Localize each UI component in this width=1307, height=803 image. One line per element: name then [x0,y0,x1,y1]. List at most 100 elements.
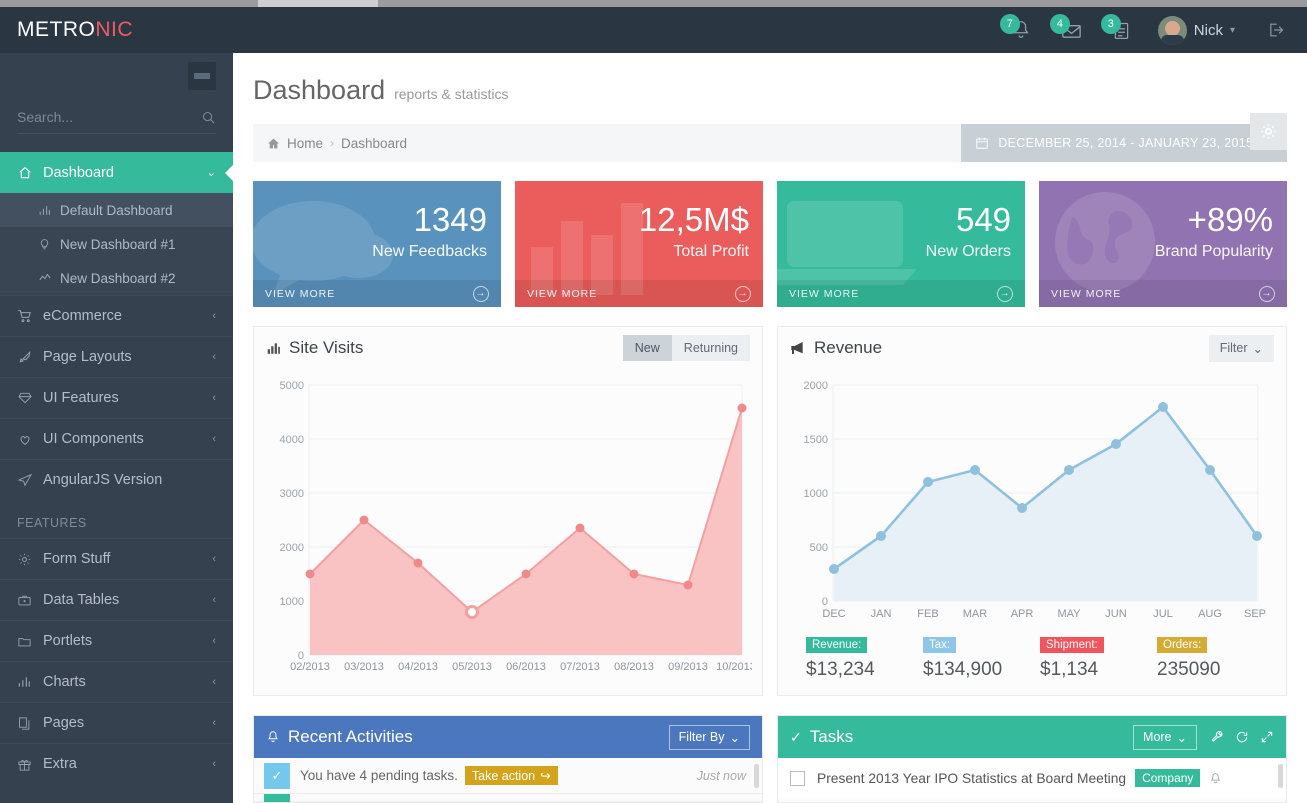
sidebar-subitem-label: New Dashboard #1 [60,237,176,252]
tile-view-more-label: VIEW MORE [789,288,859,300]
sidebar-item-portlets[interactable]: Portlets ‹ [0,620,233,661]
main-content: Dashboard reports & statistics Home › Da… [233,53,1307,803]
svg-text:3000: 3000 [280,488,304,500]
chevron-down-icon: ▾ [1230,25,1235,36]
svg-text:SEP: SEP [1244,608,1266,620]
tile-view-more[interactable]: VIEW MORE → [777,280,1025,307]
list-item[interactable]: Present 2013 Year IPO Statistics at Boar… [778,758,1286,798]
pages-icon [17,716,43,731]
sidebar-item-charts[interactable]: Charts ‹ [0,661,233,702]
sidebar: Dashboard ⌄ Default Dashboard New Dashbo… [0,53,233,803]
sidebar-subitem-new-dashboard-1[interactable]: New Dashboard #1 [0,227,233,261]
sidebar-toggle-button[interactable] [188,62,216,90]
page-settings-button[interactable] [1250,113,1287,150]
chevron-left-icon: ‹ [212,717,216,729]
tile-view-more[interactable]: VIEW MORE → [253,280,501,307]
browser-tab[interactable] [258,0,378,7]
tile-view-more-label: VIEW MORE [1051,288,1121,300]
revenue-chart[interactable]: 200015001000 5000 DEC [778,369,1286,627]
chevron-left-icon: ‹ [212,676,216,688]
sidebar-item-data-tables[interactable]: Data Tables ‹ [0,579,233,620]
breadcrumb-home-link[interactable]: Home [287,136,323,151]
portlet-site-visits: Site Visits New Returning [253,326,763,696]
diamond-icon [17,390,43,406]
svg-text:02/2013: 02/2013 [290,661,330,673]
sidebar-subitem-label: Default Dashboard [60,203,173,218]
recent-activities-list: ✓ You have 4 pending tasks. Take action … [254,758,762,802]
sidebar-item-dashboard[interactable]: Dashboard ⌄ [0,152,233,193]
sidebar-subnav: Default Dashboard New Dashboard #1 New D… [0,193,233,295]
sidebar-subitem-default-dashboard[interactable]: Default Dashboard [0,193,233,227]
tile-total-profit[interactable]: 12,5M$ Total Profit VIEW MORE → [515,181,763,307]
refresh-icon[interactable] [1235,730,1249,744]
search-icon[interactable] [201,110,216,125]
stat-label: Shipment: [1040,637,1104,653]
scrollbar-thumb[interactable] [754,764,759,788]
svg-text:07/2013: 07/2013 [560,661,600,673]
sidebar-item-angularjs-version[interactable]: AngularJS Version [0,459,233,500]
sidebar-item-pages[interactable]: Pages ‹ [0,702,233,743]
scrollbar-thumb[interactable] [1278,764,1283,788]
take-action-button[interactable]: Take action ↪ [465,766,558,785]
arrow-right-icon: → [997,286,1013,302]
stat-value: $1,134 [1040,659,1157,681]
chevron-left-icon: ‹ [212,392,216,404]
tile-view-more[interactable]: VIEW MORE → [515,280,763,307]
tile-brand-popularity[interactable]: +89% Brand Popularity VIEW MORE → [1039,181,1287,307]
svg-text:JUL: JUL [1153,608,1173,620]
app-logo[interactable]: METRONIC [0,18,233,42]
user-name: Nick [1194,22,1223,39]
sidebar-item-ui-features[interactable]: UI Features ‹ [0,377,233,418]
list-item[interactable] [254,794,762,802]
sidebar-search[interactable] [17,109,216,134]
task-checkbox[interactable] [790,771,805,786]
tile-view-more-label: VIEW MORE [527,288,597,300]
svg-text:08/2013: 08/2013 [614,661,654,673]
expand-icon[interactable] [1260,730,1274,744]
bulb-icon [38,238,60,251]
svg-text:1500: 1500 [804,434,828,446]
bell-icon[interactable] [1209,772,1222,785]
date-range-picker[interactable]: DECEMBER 25, 2014 - JANUARY 23, 2015 ⌄ [961,124,1287,162]
sidebar-subitem-new-dashboard-2[interactable]: New Dashboard #2 [0,261,233,295]
sidebar-item-form-stuff[interactable]: Form Stuff ‹ [0,538,233,579]
tab-returning[interactable]: Returning [672,335,750,361]
gear-icon [17,552,43,567]
tasks-more-button[interactable]: More ⌄ [1133,725,1197,750]
revenue-filter-button[interactable]: Filter ⌄ [1209,335,1274,362]
notifications-button[interactable]: 7 [996,7,1046,53]
sidebar-item-ecommerce[interactable]: eCommerce ‹ [0,295,233,336]
hearts-icon [17,431,43,447]
search-input[interactable] [17,109,201,125]
svg-text:FEB: FEB [917,608,938,620]
logout-button[interactable] [1247,20,1291,40]
date-range-label: DECEMBER 25, 2014 - JANUARY 23, 2015 [998,136,1253,150]
sidebar-nav: Dashboard ⌄ Default Dashboard New Dashbo… [0,152,233,784]
tile-new-orders[interactable]: 549 New Orders VIEW MORE → [777,181,1025,307]
recent-activities-filter-button[interactable]: Filter By ⌄ [669,725,750,750]
svg-text:05/2013: 05/2013 [452,661,492,673]
tile-new-feedbacks[interactable]: 1349 New Feedbacks VIEW MORE → [253,181,501,307]
sidebar-item-ui-components[interactable]: UI Components ‹ [0,418,233,459]
user-menu[interactable]: Nick ▾ [1146,16,1247,45]
tile-view-more[interactable]: VIEW MORE → [1039,280,1287,307]
briefcase-icon [17,593,43,608]
wrench-icon[interactable] [1210,730,1224,744]
tasks-button[interactable]: 3 [1097,7,1146,53]
svg-text:2000: 2000 [804,380,828,392]
portlet-header: ✓ Tasks More ⌄ [778,716,1286,758]
site-visits-chart[interactable]: 500040003000 200010000 [254,369,762,679]
stat-tiles: 1349 New Feedbacks VIEW MORE → 12,5M$ To… [253,181,1287,307]
svg-text:APR: APR [1011,608,1034,620]
bell-icon [266,730,280,744]
inbox-button[interactable]: 4 [1046,7,1097,53]
sidebar-item-page-layouts[interactable]: Page Layouts ‹ [0,336,233,377]
list-item[interactable]: ✓ You have 4 pending tasks. Take action … [254,758,762,794]
svg-text:0: 0 [822,596,828,608]
sidebar-item-extra[interactable]: Extra ‹ [0,743,233,784]
svg-text:04/2013: 04/2013 [398,661,438,673]
svg-text:10/2013: 10/2013 [716,661,752,673]
revenue-stats: Revenue: $13,234 Tax: $134,900 Shipment:… [778,627,1286,695]
breadcrumb-separator: › [330,136,334,150]
tab-new[interactable]: New [623,335,672,361]
